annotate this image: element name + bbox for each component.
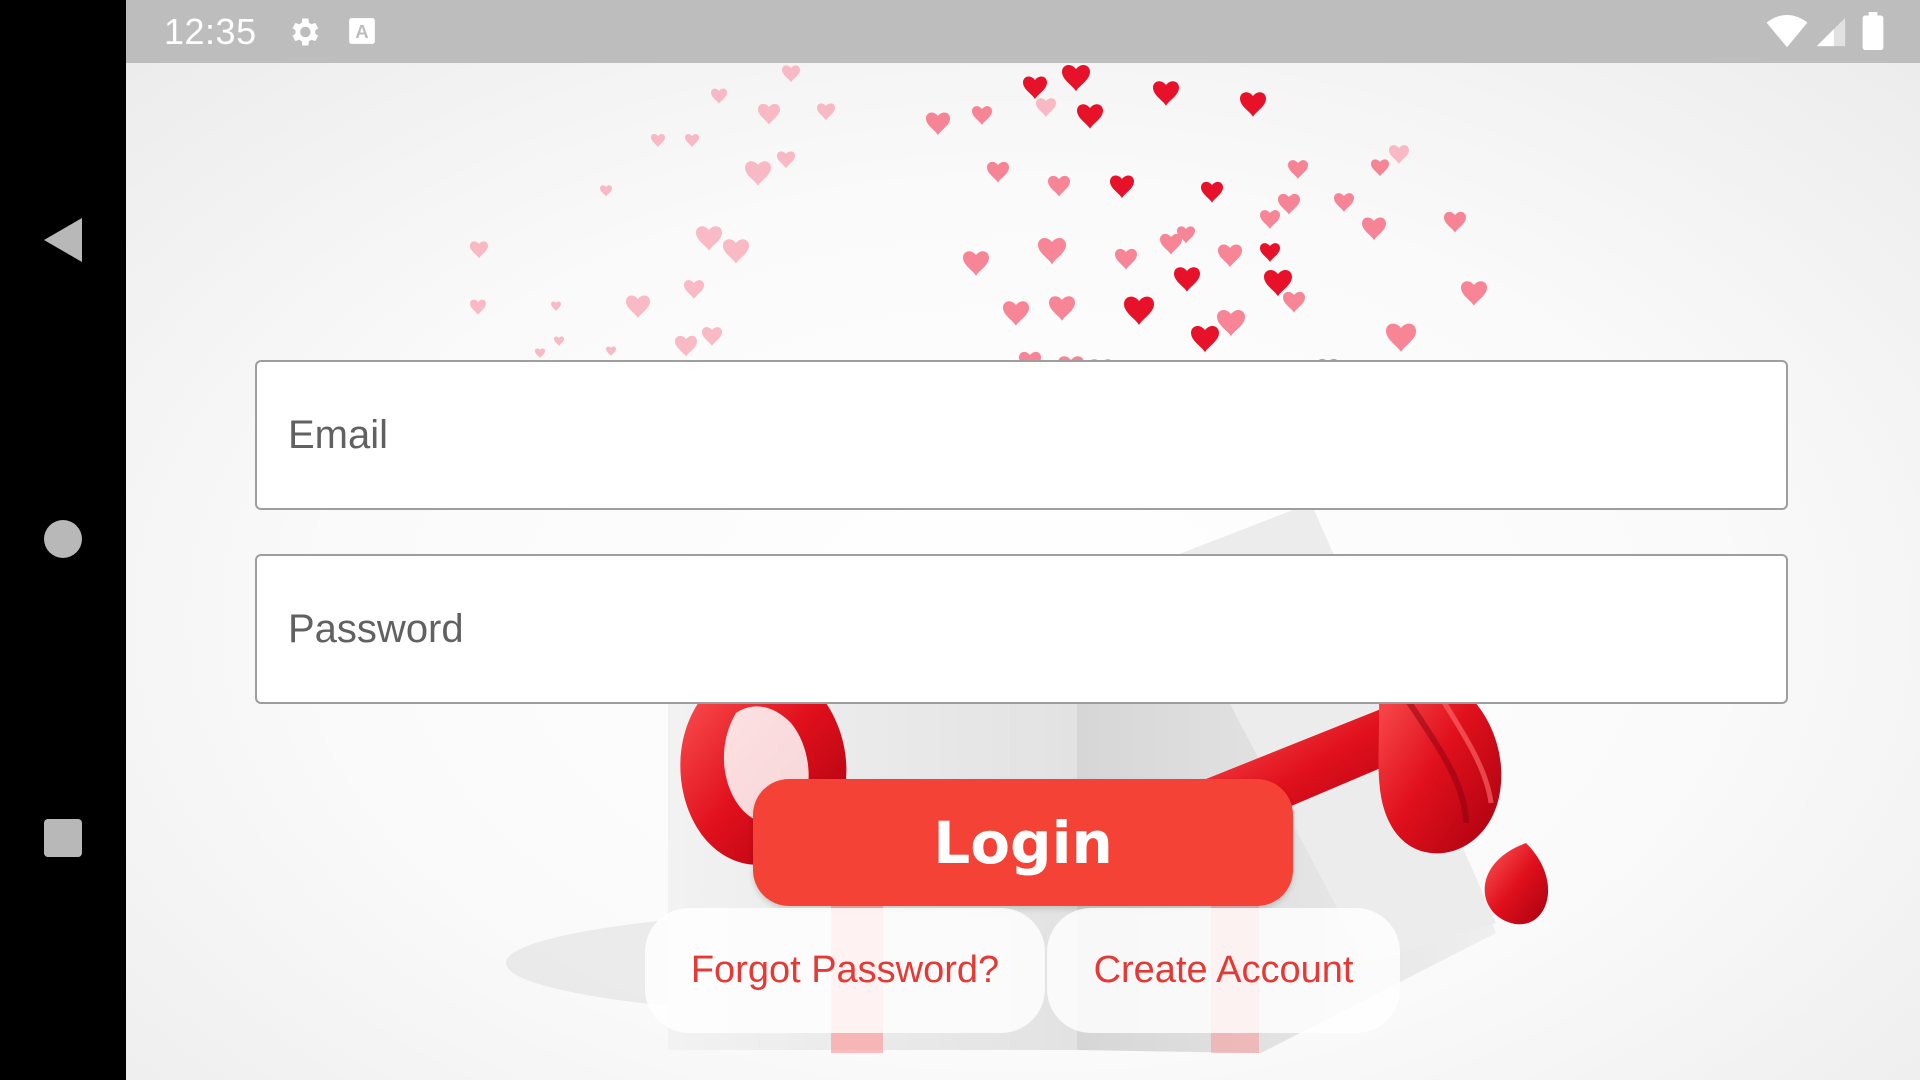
login-screen: Login Forgot Password? Create Account (126, 63, 1920, 1080)
navigation-bar (0, 0, 126, 1080)
app-screen: 12:35 A Email Login Forgot Password? Cre… (0, 0, 1920, 1080)
password-input[interactable] (257, 556, 1786, 702)
a-notification-icon: A (349, 18, 375, 44)
wifi-icon (1766, 15, 1808, 48)
forgot-password-button[interactable]: Forgot Password? (645, 908, 1045, 1033)
status-bar: 12:35 A (126, 0, 1920, 63)
back-button[interactable] (0, 180, 126, 300)
battery-icon (1862, 12, 1884, 50)
back-icon (44, 218, 82, 262)
email-field[interactable] (255, 360, 1788, 510)
recents-button[interactable] (0, 778, 126, 898)
status-time: 12:35 (164, 11, 257, 52)
home-button[interactable] (0, 479, 126, 599)
email-input[interactable] (257, 362, 1786, 508)
login-button[interactable]: Login (753, 779, 1293, 906)
gear-icon (292, 18, 319, 46)
create-account-button[interactable]: Create Account (1047, 908, 1400, 1033)
signal-icon (1816, 17, 1846, 47)
password-field[interactable] (255, 554, 1788, 704)
home-icon (44, 520, 82, 558)
svg-text:A: A (355, 21, 368, 42)
recents-icon (44, 819, 82, 857)
